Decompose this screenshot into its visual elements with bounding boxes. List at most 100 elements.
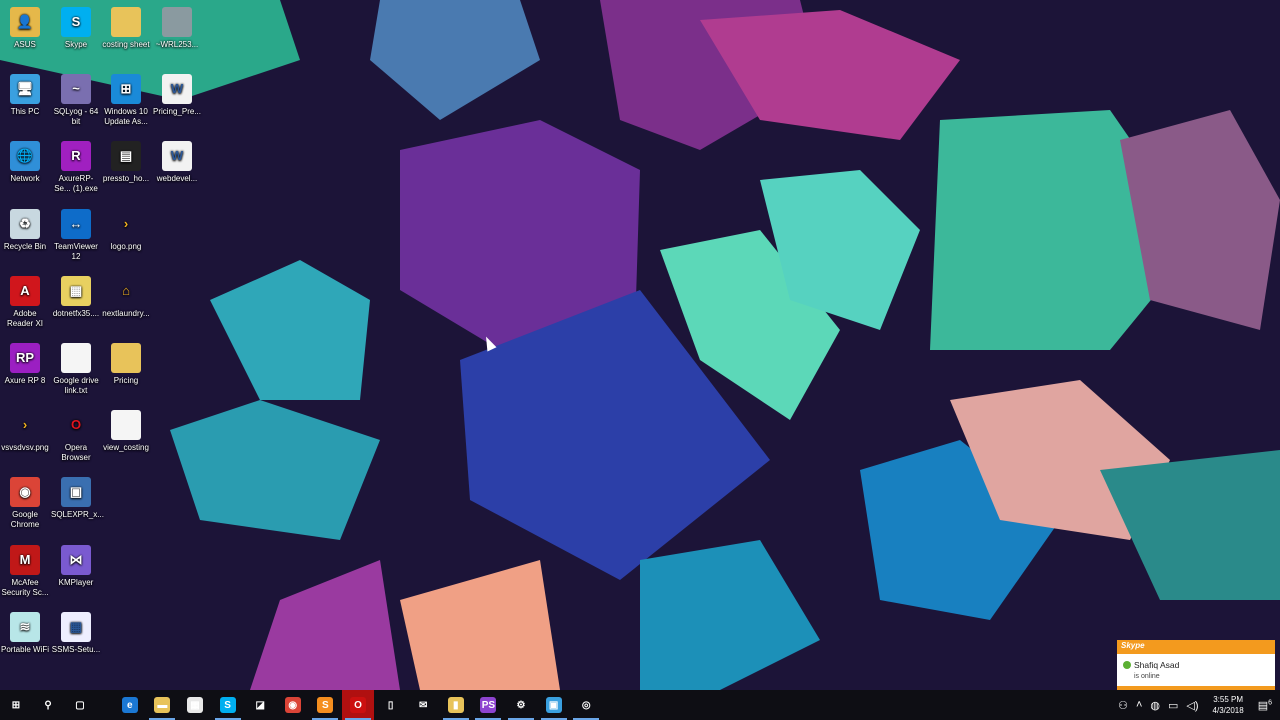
taskbar-skype-button[interactable]: S	[212, 690, 244, 720]
taskbar-search-button[interactable]: ⚲	[32, 690, 64, 720]
icon-label: view_costing	[103, 443, 149, 453]
system-tray: ⚇ ˄ ◍ ▭ ◁) 3:55 PM 4/3/2018 ▤6	[1114, 690, 1280, 720]
desktop-icon-this-pc[interactable]: 🖥 This PC	[0, 70, 50, 117]
app-icon	[111, 343, 141, 373]
app-icon: ↔	[61, 208, 91, 239]
desktop-icon-view-costing[interactable]: view_costing	[101, 406, 151, 453]
icon-label: dotnetfx35....	[52, 308, 100, 318]
icon-label: TeamViewer 12	[54, 241, 98, 261]
icon-label: ASUS	[14, 40, 36, 49]
icon-label: KMPlayer	[58, 577, 94, 587]
show-hidden-icons-chevron-icon[interactable]: ˄	[1136, 699, 1142, 711]
sublime-icon: S	[317, 697, 334, 713]
obs-icon: ◎	[581, 699, 591, 711]
desktop-icon-axure-rp-8[interactable]: RP Axure RP 8	[0, 339, 50, 386]
app-icon	[162, 7, 192, 37]
desktop-icon-logo-png[interactable]: › logo.png	[101, 205, 151, 252]
desktop-icon-opera-browser[interactable]: O Opera Browser	[51, 406, 101, 463]
icon-label: SQLyog - 64 bit	[53, 107, 99, 127]
opera-icon: O	[350, 697, 366, 713]
notepad-icon: ▯	[387, 699, 394, 711]
desktop-icon-windows-10-update-as[interactable]: ⊞ Windows 10 Update As...	[101, 70, 151, 127]
app-icon: ▦	[61, 275, 91, 306]
taskbar-notepad-button[interactable]: ▯	[375, 690, 407, 720]
app-icon: W	[162, 141, 192, 172]
icon-label: Pricing_Pre...	[152, 107, 202, 117]
taskbar-sublime-button[interactable]: S	[309, 690, 341, 720]
desktop-icon-google-chrome[interactable]: ◉ Google Chrome	[0, 473, 50, 530]
icon-label: logo.png	[110, 241, 142, 251]
app-icon: ◉	[10, 477, 40, 508]
clock-time: 3:55 PM	[1213, 695, 1244, 704]
icon-label: Skype	[64, 40, 88, 49]
desktop-icon-nextlaundry[interactable]: ⌂ nextlaundry...	[101, 272, 151, 319]
desktop-icon-skype[interactable]: S Skype	[51, 3, 101, 50]
taskbar-store-button[interactable]: ▦	[179, 690, 211, 720]
taskbar-opera-button[interactable]: O	[342, 690, 374, 720]
search-icon: ⚲	[44, 699, 52, 711]
tools-icon: ▮	[447, 697, 464, 713]
taskbar-start-button[interactable]: ⊞	[0, 690, 32, 720]
app-icon: 👤	[10, 7, 40, 37]
app-icon: ›	[22, 417, 28, 433]
app-icon	[111, 410, 141, 441]
desktop-icon-adobe-reader-xi[interactable]: A Adobe Reader XI	[0, 272, 50, 329]
desktop-icon-sqlexpr-x[interactable]: ▣ SQLEXPR_x...	[51, 473, 104, 520]
taskbar-settings-button[interactable]: ⚙	[505, 690, 537, 720]
desktop-icon-network[interactable]: 🌐 Network	[0, 137, 50, 184]
skype-notification[interactable]: Skype Shafiq Asad is online	[1117, 640, 1275, 690]
desktop-icon-pricing-pre[interactable]: W Pricing_Pre...	[152, 70, 202, 117]
start-icon: ⊞	[11, 699, 21, 711]
action-center-icon[interactable]: ▤6	[1258, 699, 1272, 712]
desktop-icon-dotnetfx35[interactable]: ▦ dotnetfx35....	[51, 272, 101, 319]
taskbar-phpstorm-button[interactable]: PS	[472, 690, 504, 720]
taskbar-obs-button[interactable]: ◎	[570, 690, 602, 720]
app-icon: 🖥	[10, 74, 40, 105]
taskbar-task-view-button[interactable]: ▢	[64, 690, 96, 720]
taskbar-mail-button[interactable]: ✉	[407, 690, 439, 720]
desktop-icon-ssms-setu[interactable]: ▦ SSMS-Setu...	[51, 608, 101, 655]
desktop-icon-sqlyog-64-bit[interactable]: ~ SQLyog - 64 bit	[51, 70, 101, 127]
desktop-icon-wrl253[interactable]: ~WRL253...	[152, 3, 202, 50]
app-icon: ▤	[111, 141, 141, 172]
desktop-icon-asus[interactable]: 👤 ASUS	[0, 3, 50, 50]
file-explorer-icon: ▬	[154, 697, 171, 713]
taskbar-file-explorer-button[interactable]: ▬	[146, 690, 178, 720]
desktop-icon-kmplayer[interactable]: ⋈ KMPlayer	[51, 541, 101, 588]
icon-label: AxureRP-Se... (1).exe	[54, 174, 98, 194]
app-icon: ≋	[10, 611, 40, 642]
desktop-icon-mcafee-security-sc[interactable]: M McAfee Security Sc...	[0, 541, 50, 598]
desktop-icon-vsvsdvsv-png[interactable]: › vsvsdvsv.png	[0, 406, 50, 453]
app-icon: ⌂	[122, 282, 130, 298]
desktop-icon-pricing[interactable]: Pricing	[101, 339, 151, 386]
taskbar-edge-button[interactable]: e	[114, 690, 146, 720]
taskbar-chrome-button[interactable]: ◉	[277, 690, 309, 720]
desktop-icon-axurerp-se-1-exe[interactable]: R AxureRP-Se... (1).exe	[51, 137, 101, 194]
app-tray-icon[interactable]: ◍	[1150, 699, 1160, 712]
clock[interactable]: 3:55 PM 4/3/2018	[1213, 694, 1244, 716]
store-icon: ▦	[187, 697, 203, 713]
app-icon: S	[61, 7, 91, 37]
taskbar-sticky-button[interactable]: ◪	[244, 690, 276, 720]
desktop-icon-teamviewer-12[interactable]: ↔ TeamViewer 12	[51, 205, 101, 262]
desktop-icon-pressto-ho[interactable]: ▤ pressto_ho...	[101, 137, 151, 184]
desktop-icon-google-drive-link-txt[interactable]: Google drive link.txt	[51, 339, 101, 396]
desktop-icon-costing-sheet[interactable]: costing sheet	[101, 3, 151, 50]
taskbar: ⊞ ⚲ ▢ e ▬ ▦ S ◪ ◉ S O ▯ ✉ ▮ PS ⚙ ▣ ◎	[0, 690, 1280, 720]
taskbar-remote-desktop-button[interactable]: ▣	[538, 690, 570, 720]
app-icon: ⋈	[61, 544, 91, 575]
contact-name: Shafiq Asad	[1134, 660, 1180, 670]
taskbar-tools-button[interactable]: ▮	[440, 690, 472, 720]
icon-label: nextlaundry...	[102, 308, 150, 318]
desktop-icon-portable-wifi[interactable]: ≋ Portable WiFi	[0, 608, 50, 655]
icon-label: Recycle Bin	[3, 241, 47, 251]
people-icon[interactable]: ⚇	[1118, 699, 1128, 712]
icon-label: Portable WiFi	[0, 644, 49, 654]
icon-label: Axure RP 8	[4, 376, 46, 385]
desktop-icon-recycle-bin[interactable]: ♻ Recycle Bin	[0, 205, 50, 252]
network-icon[interactable]: ▭	[1168, 699, 1178, 712]
desktop-icon-webdevel[interactable]: Wwebdevel...	[152, 137, 202, 184]
icon-label: Adobe Reader XI	[6, 308, 44, 328]
icon-label: Google drive link.txt	[53, 376, 99, 395]
volume-icon[interactable]: ◁)	[1186, 699, 1198, 712]
